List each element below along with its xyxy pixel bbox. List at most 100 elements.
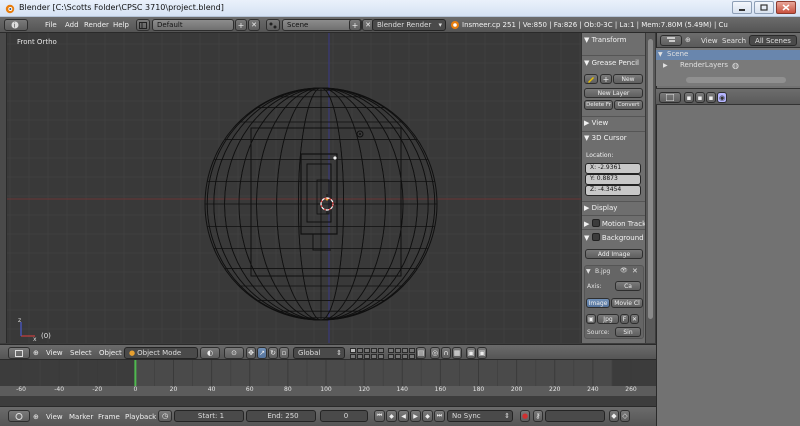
menu-select[interactable]: Select bbox=[70, 347, 92, 359]
unlink-image-button[interactable]: ✕ bbox=[630, 314, 639, 324]
timeline[interactable]: -60 -40 -20 0 20 40 60 80 100 120 140 160 180 200 220 2… bbox=[0, 360, 656, 396]
add-scene-button[interactable]: + bbox=[349, 19, 361, 31]
world-tab[interactable]: ◉ bbox=[717, 92, 727, 103]
3d-view-editor-type-button[interactable] bbox=[8, 347, 30, 359]
layer-toggle[interactable] bbox=[388, 348, 394, 353]
outliner-scene-row[interactable]: ▼ Scene bbox=[656, 50, 800, 60]
3d-view-menu-icon[interactable]: ⊕ bbox=[33, 347, 39, 359]
render-engine-dropdown[interactable]: Blender Render ▾ bbox=[372, 19, 446, 31]
axis-dropdown[interactable]: Ca bbox=[615, 281, 641, 291]
layer-toggle[interactable] bbox=[395, 354, 401, 359]
layer-toggle[interactable] bbox=[378, 354, 384, 359]
screen-layout-field[interactable]: Default bbox=[152, 19, 234, 31]
snap-element-dropdown[interactable]: ▦ bbox=[452, 347, 462, 359]
timeline-menu-marker[interactable]: Marker bbox=[69, 411, 93, 423]
timeline-editor-type-button[interactable] bbox=[8, 410, 30, 422]
layer-toggle[interactable] bbox=[350, 354, 356, 359]
layer-toggle[interactable] bbox=[371, 354, 377, 359]
convert-button[interactable]: Convert bbox=[614, 100, 643, 110]
display-mode-dropdown[interactable]: All Scenes bbox=[749, 35, 797, 46]
outliner-editor-type-button[interactable] bbox=[660, 35, 682, 46]
outliner-scrollbar[interactable] bbox=[686, 77, 786, 83]
layer-toggle[interactable] bbox=[350, 348, 356, 353]
outliner-renderlayers-row[interactable]: ▶ RenderLayers ◍ bbox=[656, 61, 800, 71]
layer-toggle[interactable] bbox=[357, 354, 363, 359]
expand-image-icon[interactable]: ▼ bbox=[586, 268, 591, 275]
eye-icon[interactable]: 👁 bbox=[620, 267, 628, 274]
transform-panel-header[interactable]: ▼ Transform bbox=[584, 36, 626, 44]
layer-toggle[interactable] bbox=[371, 348, 377, 353]
grease-pencil-panel-header[interactable]: ▼ Grease Pencil bbox=[584, 59, 639, 67]
layer-toggle[interactable] bbox=[395, 348, 401, 353]
interaction-mode-dropdown[interactable]: ● Object Mode bbox=[124, 347, 198, 359]
toolshelf-collapsed[interactable] bbox=[0, 33, 7, 343]
menu-render[interactable]: Render bbox=[84, 19, 109, 31]
layer-toggle[interactable] bbox=[364, 348, 370, 353]
movie-clip-source-tab[interactable]: Movie Cl bbox=[611, 298, 643, 308]
image-browse-icon[interactable]: ▣ bbox=[586, 314, 596, 324]
menu-view[interactable]: View bbox=[46, 347, 63, 359]
motion-tracking-checkbox[interactable] bbox=[591, 219, 600, 227]
layer-toggle[interactable] bbox=[388, 354, 394, 359]
minimize-button[interactable] bbox=[732, 1, 752, 14]
play-button[interactable]: ▶ bbox=[410, 410, 421, 422]
properties-region-scrollbar[interactable] bbox=[645, 33, 655, 343]
keying-set-field[interactable] bbox=[545, 410, 605, 422]
scale-manipulator[interactable]: ▫ bbox=[279, 347, 289, 359]
auto-keying-button[interactable]: ● bbox=[520, 410, 530, 422]
viewport-shading-dropdown[interactable]: ◐ bbox=[200, 347, 220, 359]
lock-camera-button[interactable]: ▤ bbox=[416, 347, 426, 359]
layer-toggle[interactable] bbox=[402, 354, 408, 359]
cursor-z-field[interactable]: Z: -4.3454 bbox=[585, 185, 641, 196]
layer-toggle[interactable] bbox=[378, 348, 384, 353]
close-button[interactable] bbox=[776, 1, 796, 14]
background-images-checkbox[interactable] bbox=[591, 233, 600, 241]
grease-pencil-icon-button[interactable] bbox=[584, 74, 598, 84]
insert-keyframe-button[interactable]: ◆ bbox=[609, 410, 619, 422]
next-keyframe-button[interactable]: ◆ bbox=[422, 410, 433, 422]
screen-layout-icon-button[interactable] bbox=[136, 19, 150, 31]
motion-tracking-panel-header[interactable]: ▶ Motion Track bbox=[584, 218, 645, 228]
add-image-button[interactable]: Add Image bbox=[585, 249, 643, 259]
preview-range-toggle[interactable]: ◷ bbox=[158, 410, 172, 422]
scene-tab[interactable]: ▪ bbox=[706, 92, 716, 103]
delete-screen-button[interactable]: ✕ bbox=[248, 19, 260, 31]
menu-help[interactable]: Help bbox=[113, 19, 129, 31]
viewport-canvas[interactable] bbox=[7, 33, 581, 343]
collapse-scene-icon[interactable]: ▼ bbox=[658, 51, 663, 58]
remove-image-icon[interactable]: ✕ bbox=[632, 267, 638, 275]
proportional-edit-button[interactable]: ◎ bbox=[430, 347, 440, 359]
jump-start-button[interactable]: ⏮ bbox=[374, 410, 385, 422]
scrollbar-thumb[interactable] bbox=[648, 39, 653, 319]
timeline-scale[interactable]: -60 -40 -20 0 20 40 60 80 100 120 140 160 180 200 220 2… bbox=[0, 386, 656, 396]
render-opengl-button[interactable]: ▣ bbox=[466, 347, 476, 359]
image-source-tab[interactable]: Image bbox=[586, 298, 610, 308]
layer-toggle[interactable] bbox=[402, 348, 408, 353]
menu-add[interactable]: Add bbox=[65, 19, 79, 31]
expand-renderlayers-icon[interactable]: ▶ bbox=[663, 62, 668, 69]
menu-file[interactable]: File bbox=[45, 19, 57, 31]
play-reverse-button[interactable]: ◀ bbox=[398, 410, 409, 422]
add-grease-pencil-button[interactable]: + bbox=[600, 74, 612, 84]
source-dropdown[interactable]: Sin bbox=[615, 327, 641, 337]
layer-toggle[interactable] bbox=[357, 348, 363, 353]
layer-toggle[interactable] bbox=[409, 348, 415, 353]
delete-keyframe-button[interactable]: ◇ bbox=[620, 410, 630, 422]
timeline-menu-icon[interactable]: ⊕ bbox=[33, 411, 39, 423]
sync-mode-dropdown[interactable]: No Sync ⇕ bbox=[447, 410, 513, 422]
layer-toggle[interactable] bbox=[409, 354, 415, 359]
render-tab[interactable]: ▪ bbox=[684, 92, 694, 103]
render-layers-tab[interactable]: ▪ bbox=[695, 92, 705, 103]
new-layer-button[interactable]: New Layer bbox=[584, 88, 643, 98]
rotate-manipulator[interactable]: ↻ bbox=[268, 347, 278, 359]
transform-orientation-dropdown[interactable]: Global ⇕ bbox=[293, 347, 345, 359]
pivot-point-dropdown[interactable]: ⊙ bbox=[224, 347, 244, 359]
layer-toggle[interactable] bbox=[364, 354, 370, 359]
timeline-menu-playback[interactable]: Playback bbox=[125, 411, 156, 423]
outliner-view-menu[interactable]: View bbox=[701, 37, 718, 45]
manipulator-toggle[interactable]: ✥ bbox=[246, 347, 256, 359]
timeline-menu-frame[interactable]: Frame bbox=[98, 411, 120, 423]
3d-viewport[interactable]: Front Ortho z x (0) bbox=[7, 33, 581, 343]
delete-frame-button[interactable]: Delete Fr bbox=[584, 100, 613, 110]
snap-toggle[interactable]: ∩ bbox=[441, 347, 451, 359]
